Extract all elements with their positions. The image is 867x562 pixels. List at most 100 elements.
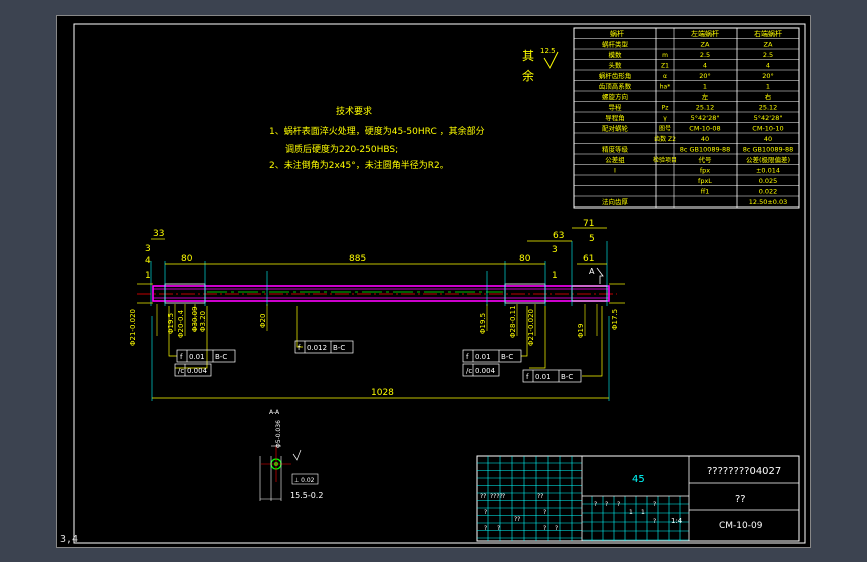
ptable-row-15-right: 12.50±0.03 bbox=[749, 198, 788, 206]
ptable-row-0-right: ZA bbox=[764, 41, 773, 49]
ptable-row-6-left: 25.12 bbox=[696, 104, 715, 112]
ptable-row-7-label: 导程角 bbox=[605, 113, 625, 122]
ptable-row-10-label: 精度等级 bbox=[602, 145, 629, 154]
title-block: 45 ????????04027 ?? CM-10-09 1:4 ???????… bbox=[476, 455, 800, 542]
dim-63: 63 bbox=[553, 231, 564, 241]
title-cell-17: ? bbox=[653, 518, 656, 525]
dia-left-5: Φ3.20 bbox=[199, 311, 207, 332]
ptable-row-4-symbol: ha* bbox=[660, 84, 670, 91]
ptable-row-10-right: 8c GB10089-88 bbox=[743, 146, 794, 154]
ptable-row-4-left: 1 bbox=[703, 83, 707, 91]
ptable-row-8-symbol: 图号 bbox=[659, 126, 671, 133]
tolerance-frame-0-symbol: f bbox=[180, 353, 183, 361]
tolerance-frame-2-value: 0.012 bbox=[307, 344, 327, 352]
tolerance-frame-3-datum: B-C bbox=[501, 353, 513, 361]
diameter-labels: Φ21-0.020 Φ19.5 Φ20-0.4 Φ30.09 Φ20 Φ19.5… bbox=[129, 305, 619, 346]
tech-req-line-1: 1、蜗杆表面淬火处理，硬度为45-50HRC ，其余部分 bbox=[269, 125, 485, 137]
technical-requirements: 技术要求 1、蜗杆表面淬火处理，硬度为45-50HRC ，其余部分 调质后硬度为… bbox=[269, 105, 485, 171]
title-cell-16: ? bbox=[653, 501, 656, 508]
ptable-row-4-right: 1 bbox=[766, 83, 770, 91]
tech-req-title: 技术要求 bbox=[336, 105, 372, 117]
tolerance-frame-0-value: 0.01 bbox=[189, 353, 205, 361]
title-cell-1: ???? bbox=[490, 493, 503, 500]
tolerance-frame-4-value: 0.004 bbox=[475, 367, 496, 375]
tolerance-frame-1-value: 0.004 bbox=[187, 367, 208, 375]
ptable-row-4-label: 齿顶高系数 bbox=[599, 82, 632, 91]
right-worm-section bbox=[504, 283, 546, 304]
ptable-row-13-left: fpxL bbox=[698, 177, 712, 185]
mark-left-1: 1 bbox=[145, 271, 151, 281]
tolerance-frame-2-symbol: f bbox=[298, 344, 301, 352]
ptable-row-8-right: CM-10-10 bbox=[752, 125, 783, 133]
tolerance-frame-0-datum: B-C bbox=[215, 353, 227, 361]
mark-left-4: 4 bbox=[145, 256, 151, 266]
title-cell-0: ?? bbox=[480, 493, 486, 500]
tolerance-frame-3: f 0.01 B-C bbox=[462, 349, 522, 363]
ptable-row-13-right: 0.025 bbox=[759, 177, 778, 185]
ptable-row-11-left: 代号 bbox=[699, 155, 713, 164]
left-worm-section bbox=[164, 283, 206, 304]
ptable-row-14-right: 0.022 bbox=[759, 188, 778, 196]
section-dim-a: Φ5-0.036 bbox=[275, 420, 282, 448]
dim-33: 33 bbox=[153, 229, 164, 239]
dia-right-2: Φ28-0.11 bbox=[509, 305, 517, 338]
mark-right-1: 1 bbox=[552, 271, 558, 281]
dia-right-1: Φ19.5 bbox=[479, 313, 487, 334]
ptable-header-2: 右端蜗杆 bbox=[754, 29, 782, 38]
section-dim-b: 15.5-0.2 bbox=[290, 491, 323, 500]
drawing-number: CM-10-09 bbox=[719, 521, 763, 531]
ptable-row-11-symbol: 检验项目 bbox=[653, 156, 677, 164]
ptable-row-7-right: 5°42'28" bbox=[754, 114, 783, 122]
ptable-row-3-right: 20° bbox=[762, 72, 774, 80]
title-cell-12: ? bbox=[605, 501, 608, 508]
ptable-row-8-left: CM-10-08 bbox=[689, 125, 720, 133]
ptable-row-5-right: 右 bbox=[765, 92, 772, 101]
ptable-header-1: 左端蜗杆 bbox=[691, 29, 719, 38]
ptable-row-11-label: 公差组 bbox=[605, 155, 625, 164]
dia-right-4: Φ19 bbox=[577, 324, 585, 338]
ptable-row-0-left: ZA bbox=[701, 41, 710, 49]
dia-left-4: Φ30.09 bbox=[191, 306, 199, 332]
dim-80-right: 80 bbox=[519, 254, 531, 264]
title-cell-8: ? bbox=[543, 509, 546, 516]
ptable-row-6-symbol: Pz bbox=[662, 105, 669, 112]
dia-left-3: Φ20-0.4 bbox=[177, 309, 185, 338]
ptable-row-6-right: 25.12 bbox=[759, 104, 778, 112]
tolerance-frame-5-symbol: f bbox=[526, 373, 529, 381]
gear-parameter-table: 蜗杆 左端蜗杆 右端蜗杆蜗杆类型 ZA ZA 模数 m 2.5 2.5 头数 Z1 4 4 蜗杆齿形角 α 2… bbox=[573, 27, 800, 209]
title-cell-10: ? bbox=[555, 525, 558, 532]
dim-885: 885 bbox=[349, 254, 366, 264]
title-cell-5: ? bbox=[484, 525, 487, 532]
title-cell-11: ? bbox=[594, 501, 597, 508]
tolerance-frame-1-symbol: /c bbox=[178, 367, 184, 375]
title-cell-3: ? bbox=[502, 493, 505, 500]
ptable-header-0: 蜗杆 bbox=[610, 29, 624, 38]
ptable-row-1-symbol: m bbox=[662, 52, 668, 59]
tolerance-frame-0: f 0.01 B-C bbox=[176, 349, 236, 363]
ptable-row-2-left: 4 bbox=[703, 62, 707, 70]
title-cell-13: ? bbox=[617, 501, 620, 508]
viewport-coordinate-label: 3,4 bbox=[60, 534, 79, 545]
section-frame: ⊥ 0.02 bbox=[294, 477, 315, 484]
section-mark-label: A bbox=[589, 267, 595, 276]
tolerance-frame-3-value: 0.01 bbox=[475, 353, 491, 361]
dim-61: 61 bbox=[583, 254, 594, 264]
ptable-row-14-left: ff1 bbox=[701, 188, 710, 196]
tolerance-frame-4-symbol: /c bbox=[466, 367, 472, 375]
ptable-row-3-label: 蜗杆齿形角 bbox=[599, 71, 632, 80]
dia-right-3: Φ21-0.020 bbox=[527, 309, 535, 346]
tolerance-frame-2-datum: B-C bbox=[333, 344, 345, 352]
ptable-row-1-label: 模数 bbox=[609, 50, 623, 59]
section-view: A-A Φ5-0.036 15.5-0.2 ⊥ 0.02 bbox=[259, 409, 323, 501]
tolerance-frame-5-datum: B-C bbox=[561, 373, 573, 381]
material: 45 bbox=[632, 474, 645, 485]
dim-5: 5 bbox=[589, 234, 595, 244]
dim-71: 71 bbox=[583, 219, 594, 229]
roughness-prefix-1: 其 bbox=[522, 49, 534, 63]
ptable-row-5-label: 螺旋方向 bbox=[602, 92, 628, 101]
ptable-row-3-left: 20° bbox=[699, 72, 711, 80]
shaft-body bbox=[152, 285, 610, 302]
section-arrow bbox=[596, 267, 604, 284]
roughness-value: 12.5 bbox=[540, 47, 556, 55]
mark-right-3: 3 bbox=[552, 245, 558, 255]
